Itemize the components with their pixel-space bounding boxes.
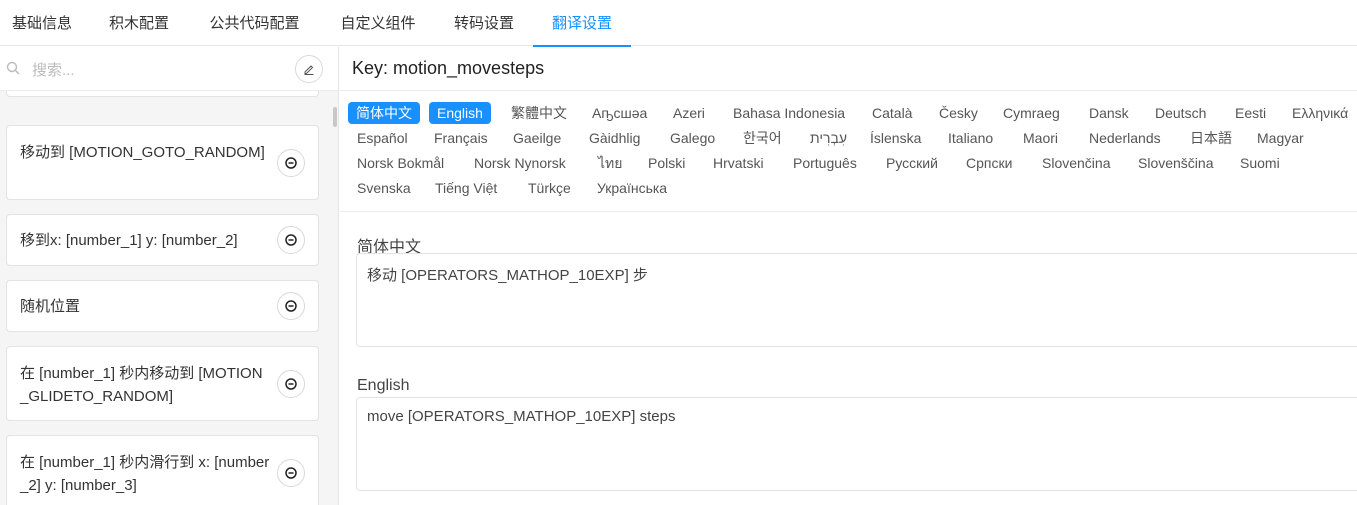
list-item-label: 移到x: [number_1] y: [number_2] xyxy=(20,232,238,249)
language-option-sv[interactable]: Svenska xyxy=(357,177,411,199)
language-option-mi[interactable]: Maori xyxy=(1023,127,1058,149)
translation-panel: Key: motion_movesteps 简体中文 English 繁體中文 … xyxy=(340,47,1357,505)
tab-public-code-config[interactable]: 公共代码配置 xyxy=(207,0,302,46)
minus-circle-icon xyxy=(285,467,297,479)
language-option-nn[interactable]: Norsk Nynorsk xyxy=(474,152,566,174)
language-option-pt[interactable]: Português xyxy=(793,152,857,174)
search-icon xyxy=(6,61,20,75)
list-item-label: 在 [number_1] 秒内滑行到 x: [number_2] y: [num… xyxy=(20,454,270,494)
tab-transcode-settings[interactable]: 转码设置 xyxy=(452,0,516,46)
language-option-fr[interactable]: Français xyxy=(434,127,488,149)
tab-translation-settings[interactable]: 翻译设置 xyxy=(533,0,631,47)
language-option-is[interactable]: Íslenska xyxy=(870,127,921,149)
list-item-partial[interactable] xyxy=(6,91,319,97)
language-option-sk[interactable]: Slovenčina xyxy=(1042,152,1111,174)
list-item[interactable]: 随机位置 xyxy=(6,280,319,332)
tab-custom-components[interactable]: 自定义组件 xyxy=(338,0,418,46)
language-option-nl[interactable]: Nederlands xyxy=(1089,127,1161,149)
language-option-ru[interactable]: Русский xyxy=(886,152,938,174)
translation-value: 移动 [OPERATORS_MATHOP_10EXP] 步 xyxy=(367,267,648,284)
language-option-zh-cn[interactable]: 简体中文 xyxy=(348,102,420,124)
language-option-sl[interactable]: Slovenščina xyxy=(1138,152,1214,174)
remove-button[interactable] xyxy=(277,459,305,487)
language-option-az[interactable]: Azeri xyxy=(673,102,705,124)
list-item-label: 移动到 [MOTION_GOTO_RANDOM] xyxy=(20,144,265,161)
language-option-en[interactable]: English xyxy=(429,102,491,124)
language-option-es[interactable]: Español xyxy=(357,127,408,149)
minus-circle-icon xyxy=(285,300,297,312)
language-option-cs[interactable]: Česky xyxy=(939,102,978,124)
language-option-pl[interactable]: Polski xyxy=(648,152,685,174)
language-option-nb[interactable]: Norsk Bokmål xyxy=(357,152,444,174)
language-option-gd[interactable]: Gàidhlig xyxy=(589,127,640,149)
language-option-ga[interactable]: Gaeilge xyxy=(513,127,561,149)
language-option-ca[interactable]: Català xyxy=(872,102,912,124)
list-item[interactable]: 在 [number_1] 秒内移动到 [MOTION_GLIDETO_RANDO… xyxy=(6,346,319,421)
tab-basic-info[interactable]: 基础信息 xyxy=(10,0,74,46)
list-item[interactable]: 在 [number_1] 秒内滑行到 x: [number_2] y: [num… xyxy=(6,435,319,505)
minus-circle-icon xyxy=(285,378,297,390)
edit-button[interactable] xyxy=(295,55,323,83)
translation-field-zh-cn[interactable]: 移动 [OPERATORS_MATHOP_10EXP] 步 xyxy=(356,253,1357,347)
remove-button[interactable] xyxy=(277,370,305,398)
minus-circle-icon xyxy=(285,234,297,246)
tab-bar: 基础信息 积木配置 公共代码配置 自定义组件 转码设置 翻译设置 xyxy=(0,0,1357,47)
language-option-gl[interactable]: Galego xyxy=(670,127,715,149)
minus-circle-icon xyxy=(285,157,297,169)
language-option-zh-tw[interactable]: 繁體中文 xyxy=(511,102,567,124)
language-option-hu[interactable]: Magyar xyxy=(1257,127,1304,149)
block-list-panel: 移动到 [MOTION_GOTO_RANDOM] 移到x: [number_1]… xyxy=(0,47,339,505)
language-option-ko[interactable]: 한국어 xyxy=(743,127,782,149)
scrollbar[interactable] xyxy=(333,107,337,127)
edit-icon xyxy=(304,65,314,75)
language-option-fi[interactable]: Suomi xyxy=(1240,152,1280,174)
search-bar xyxy=(0,47,338,91)
translation-value: move [OPERATORS_MATHOP_10EXP] steps xyxy=(367,408,676,425)
language-option-it[interactable]: Italiano xyxy=(948,127,993,149)
remove-button[interactable] xyxy=(277,292,305,320)
list-item[interactable]: 移动到 [MOTION_GOTO_RANDOM] xyxy=(6,125,319,200)
language-option-el[interactable]: Ελληνικά xyxy=(1292,102,1348,124)
remove-button[interactable] xyxy=(277,226,305,254)
language-option-et[interactable]: Eesti xyxy=(1235,102,1266,124)
key-header: Key: motion_movesteps xyxy=(340,47,1357,91)
language-option-uk[interactable]: Українська xyxy=(597,177,667,199)
language-option-ab[interactable]: Аҧсшәа xyxy=(592,102,647,124)
language-option-hr[interactable]: Hrvatski xyxy=(713,152,764,174)
language-option-cy[interactable]: Cymraeg xyxy=(1003,102,1060,124)
list-item[interactable]: 移到x: [number_1] y: [number_2] xyxy=(6,214,319,266)
field-label-en: English xyxy=(357,377,410,394)
language-option-vi[interactable]: Tiếng Việt xyxy=(435,177,497,199)
list-item-label: 随机位置 xyxy=(20,298,81,315)
tab-block-config[interactable]: 积木配置 xyxy=(107,0,171,46)
language-option-id[interactable]: Bahasa Indonesia xyxy=(733,102,845,124)
key-title: Key: motion_movesteps xyxy=(352,58,545,78)
language-option-de[interactable]: Deutsch xyxy=(1155,102,1206,124)
search-input[interactable] xyxy=(30,57,284,83)
language-option-sr[interactable]: Српски xyxy=(966,152,1012,174)
block-list: 移动到 [MOTION_GOTO_RANDOM] 移到x: [number_1]… xyxy=(0,91,338,505)
language-option-tr[interactable]: Türkçe xyxy=(528,177,571,199)
language-option-he[interactable]: עִבְרִית xyxy=(810,127,847,149)
translation-field-en[interactable]: move [OPERATORS_MATHOP_10EXP] steps xyxy=(356,397,1357,491)
list-item-label: 在 [number_1] 秒内移动到 [MOTION_GLIDETO_RANDO… xyxy=(20,365,263,405)
language-option-ja[interactable]: 日本語 xyxy=(1190,127,1232,149)
language-option-da[interactable]: Dansk xyxy=(1089,102,1129,124)
remove-button[interactable] xyxy=(277,149,305,177)
divider xyxy=(340,211,1357,212)
language-option-th[interactable]: ไทย xyxy=(598,152,622,174)
